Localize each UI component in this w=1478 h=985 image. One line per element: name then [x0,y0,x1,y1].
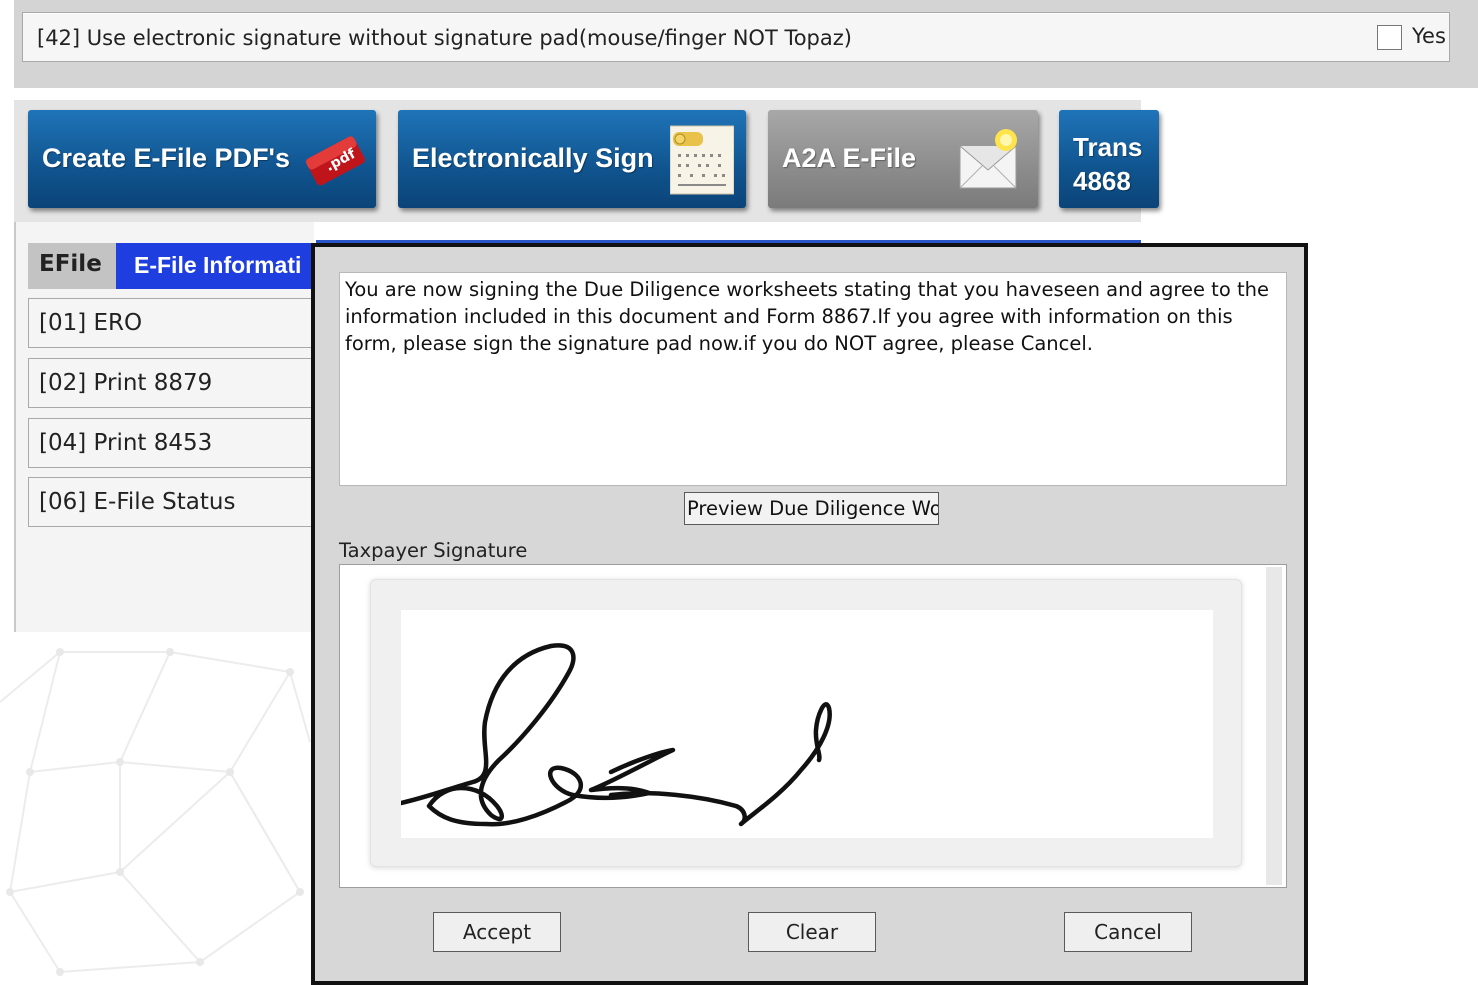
message-box: You are now signing the Due Diligence wo… [339,272,1287,486]
electronically-sign-label: Electronically Sign [412,143,654,173]
option-row: [42] Use electronic signature without si… [22,12,1450,62]
yes-label: Yes [1412,24,1446,48]
accept-button[interactable]: Accept [433,912,561,952]
tab-efile-information[interactable]: E-File Informati [116,243,316,289]
tab-efile[interactable]: EFile [28,243,116,289]
signature-pad[interactable] [370,579,1242,867]
cancel-button[interactable]: Cancel [1064,912,1192,952]
signature-dialog: You are now signing the Due Diligence wo… [311,243,1308,985]
a2a-efile-button[interactable]: A2A E-File [768,110,1038,208]
clear-button[interactable]: Clear [748,912,876,952]
toolbar: Create E-File PDF's .pdf Electronically … [14,100,1159,222]
list-item-print-8453[interactable]: [04] Print 8453 [28,418,318,468]
yes-checkbox[interactable] [1377,25,1402,50]
dialog-message: You are now signing the Due Diligence wo… [345,278,1269,355]
preview-due-diligence-button[interactable]: Preview Due Diligence Work [684,492,939,525]
transmit-4868-button[interactable]: Trans 4868 [1059,110,1159,208]
a2a-efile-label: A2A E-File [782,143,917,173]
electronically-sign-button[interactable]: Electronically Sign [398,110,746,208]
envelope-icon [959,129,1017,189]
list-item-ero[interactable]: [01] ERO [28,298,318,348]
pdf-icon: .pdf [305,136,365,186]
create-efile-pdfs-button[interactable]: Create E-File PDF's .pdf [28,110,376,208]
list-item-print-8879[interactable]: [02] Print 8879 [28,358,318,408]
transmit-4868-label: Trans 4868 [1073,132,1143,196]
signature-stroke [401,643,832,827]
signature-frame [339,564,1287,888]
signature-canvas[interactable] [401,610,1213,838]
network-pattern-background [0,648,311,976]
signature-scrollbar[interactable] [1266,567,1282,885]
list-item-efile-status[interactable]: [06] E-File Status [28,477,318,527]
taxpayer-signature-label: Taxpayer Signature [339,539,528,562]
sign-document-icon [670,125,734,195]
option-label: [42] Use electronic signature without si… [37,26,852,50]
create-efile-pdfs-label: Create E-File PDF's [42,143,290,173]
